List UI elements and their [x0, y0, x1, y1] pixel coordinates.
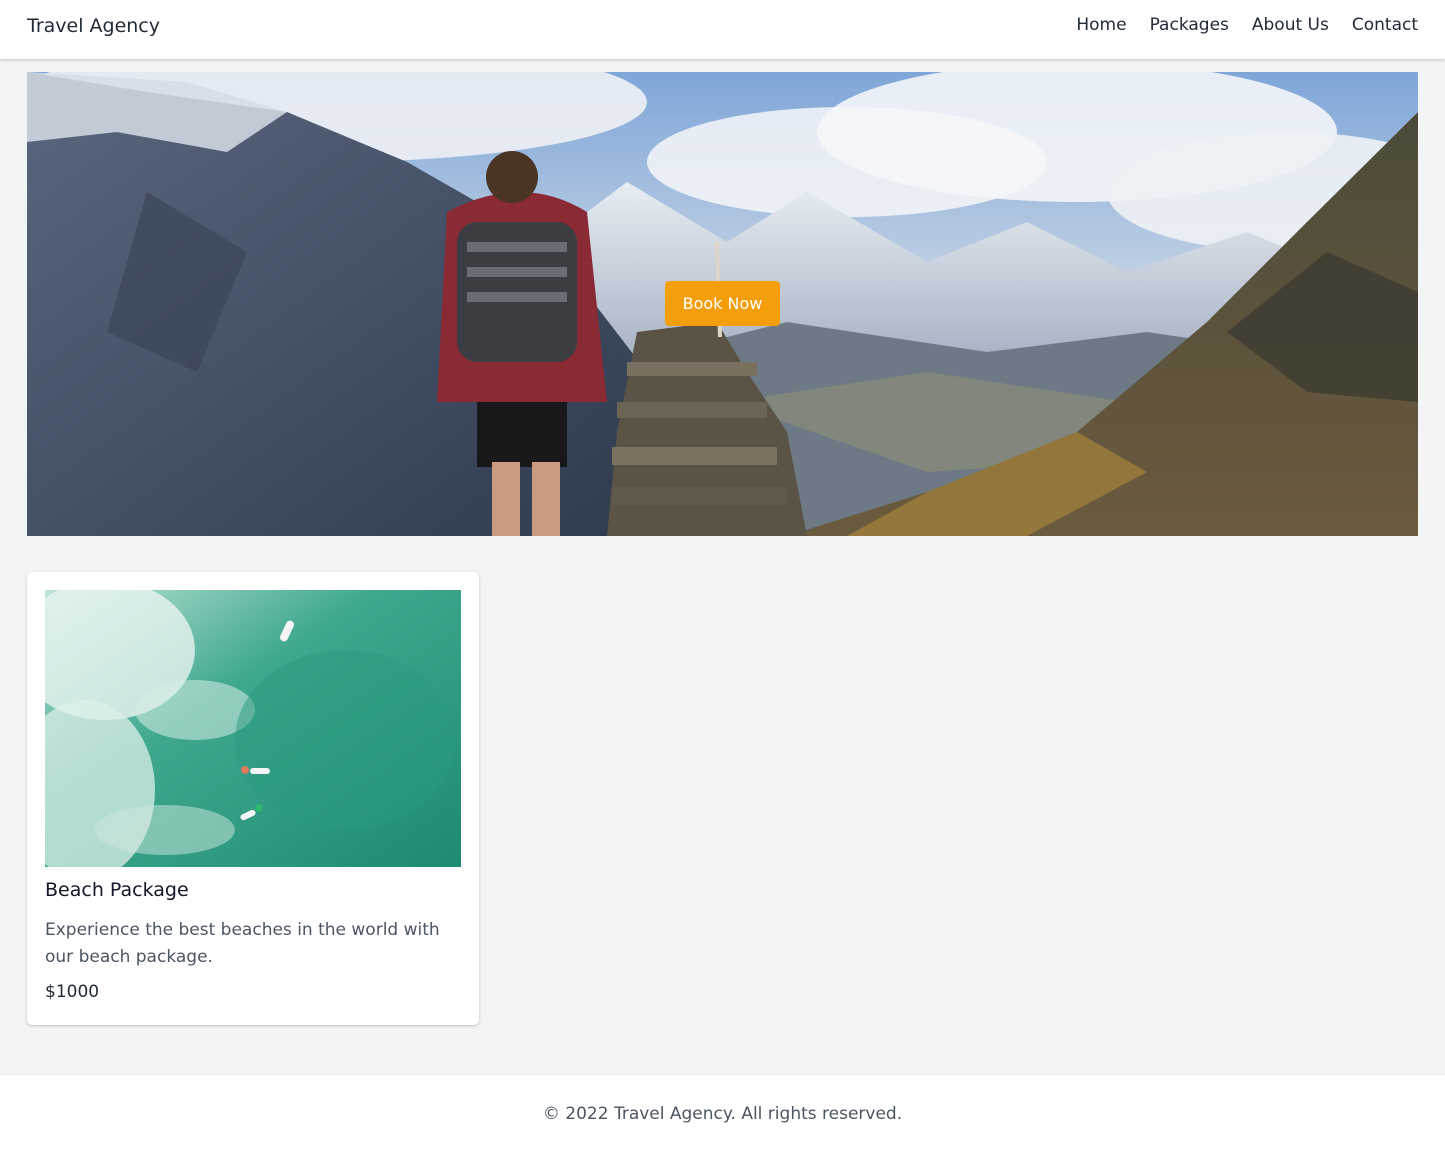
site-footer: © 2022 Travel Agency. All rights reserve… [0, 1074, 1445, 1156]
package-title: Beach Package [45, 879, 189, 901]
nav-home[interactable]: Home [1076, 15, 1126, 35]
copyright-text: © 2022 Travel Agency. All rights reserve… [542, 1104, 903, 1124]
package-card: Beach Package Experience the best beache… [27, 572, 479, 1025]
package-price: $1000 [45, 982, 100, 1002]
hero-banner: Book Now [27, 72, 1418, 536]
nav-packages[interactable]: Packages [1150, 15, 1229, 35]
book-now-button[interactable]: Book Now [665, 281, 780, 326]
beach-package-image [45, 590, 461, 867]
nav-about-us[interactable]: About Us [1252, 15, 1329, 35]
brand-logo-link[interactable]: Travel Agency [27, 15, 160, 37]
nav-contact[interactable]: Contact [1352, 15, 1418, 35]
package-description: Experience the best beaches in the world… [45, 920, 440, 967]
main-nav: Home Packages About Us Contact [1076, 15, 1418, 35]
site-header: Travel Agency Home Packages About Us Con… [0, 0, 1445, 59]
